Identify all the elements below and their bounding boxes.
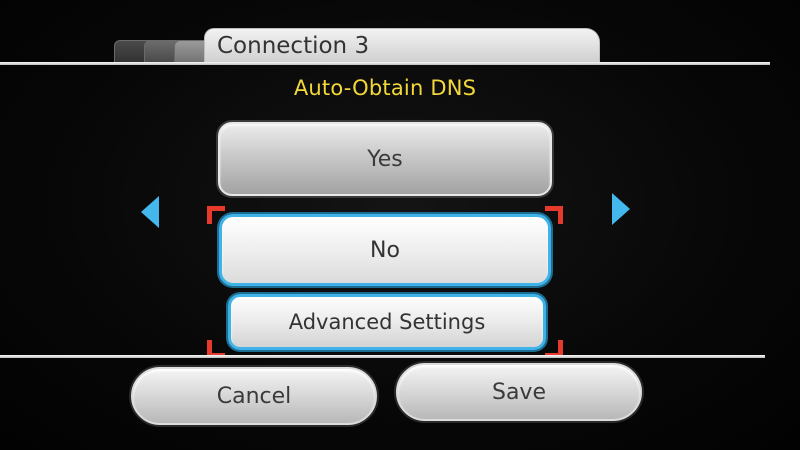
yes-button[interactable]: Yes: [218, 122, 552, 196]
advanced-settings-button[interactable]: Advanced Settings: [228, 294, 546, 350]
cancel-button-label: Cancel: [216, 383, 292, 409]
footer-divider: [0, 355, 765, 358]
no-button[interactable]: No: [219, 214, 551, 286]
arrow-right-icon[interactable]: [612, 193, 630, 225]
cancel-button[interactable]: Cancel: [131, 367, 377, 425]
save-button-label: Save: [491, 379, 546, 405]
arrow-left-icon[interactable]: [141, 196, 159, 228]
advanced-settings-label: Advanced Settings: [288, 310, 486, 334]
header-divider: [0, 62, 770, 65]
tab-title: Connection 3: [217, 33, 370, 59]
save-button[interactable]: Save: [396, 363, 642, 421]
tab-connection-3: Connection 3: [204, 28, 600, 64]
cursor-corner-top-left: [207, 206, 225, 224]
yes-button-label: Yes: [367, 146, 403, 172]
no-button-label: No: [370, 237, 400, 263]
wii-settings-screen: Connection 3 Auto-Obtain DNS Yes No Adva…: [0, 0, 800, 450]
page-title: Auto-Obtain DNS: [293, 76, 477, 100]
cursor-corner-top-right: [545, 206, 563, 224]
